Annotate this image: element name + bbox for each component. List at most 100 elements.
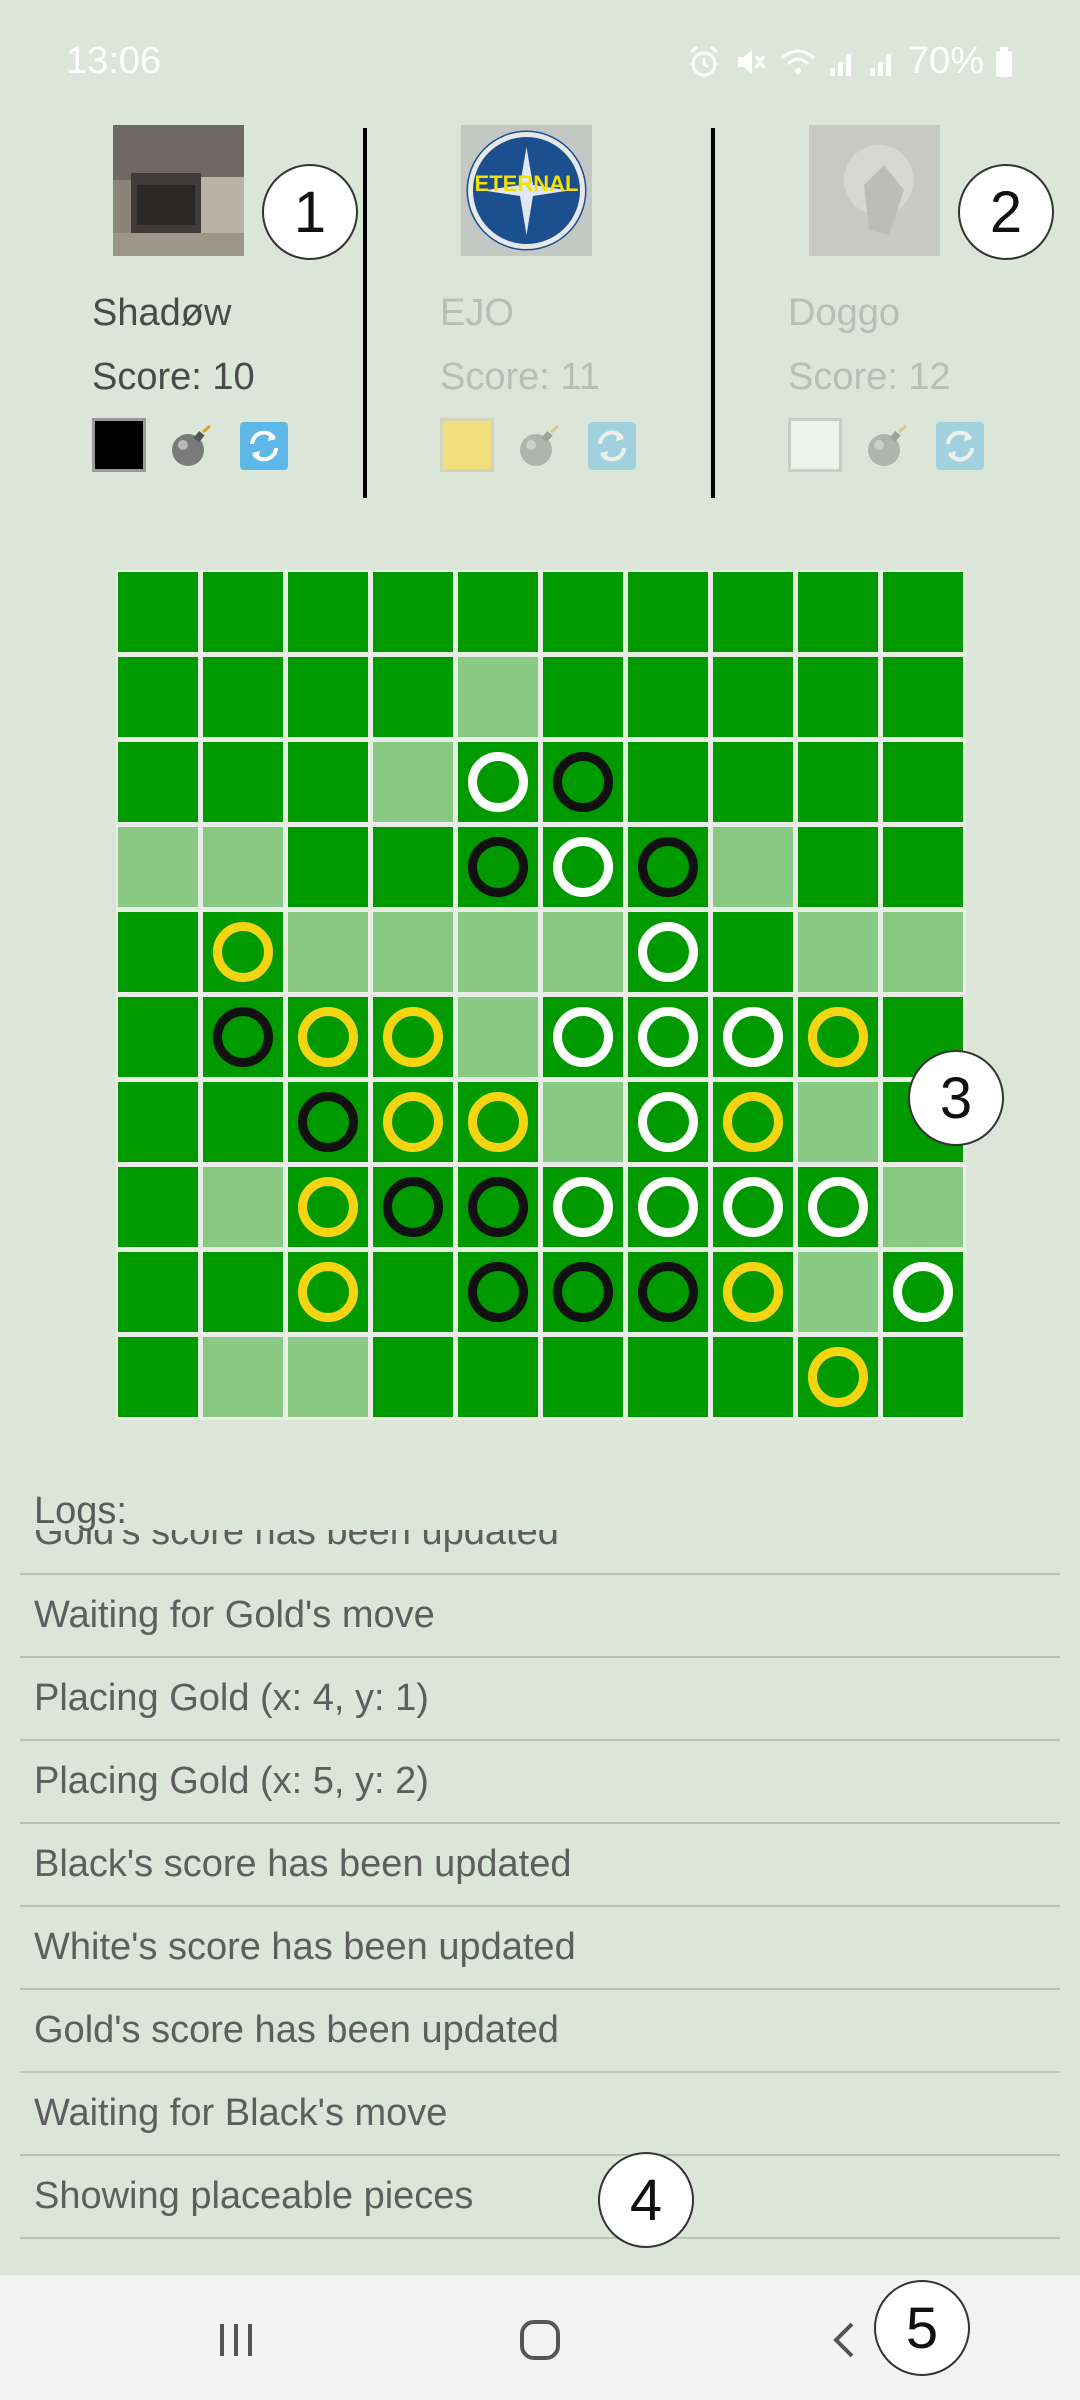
board-cell[interactable] <box>543 657 623 737</box>
recent-apps-button[interactable] <box>176 2300 296 2380</box>
board-cell[interactable] <box>798 1167 878 1247</box>
board-cell[interactable] <box>288 657 368 737</box>
board-cell[interactable] <box>458 827 538 907</box>
board-cell[interactable] <box>288 1252 368 1332</box>
board-cell[interactable] <box>713 912 793 992</box>
refresh-icon[interactable] <box>936 422 984 470</box>
board-cell[interactable] <box>118 1082 198 1162</box>
board-cell[interactable] <box>798 742 878 822</box>
board-cell[interactable] <box>373 572 453 652</box>
board-cell[interactable] <box>628 827 708 907</box>
board-cell[interactable] <box>883 1252 963 1332</box>
board-cell[interactable] <box>628 1252 708 1332</box>
board-cell[interactable] <box>798 1337 878 1417</box>
board-cell[interactable] <box>288 1082 368 1162</box>
board-cell[interactable] <box>628 657 708 737</box>
board-cell[interactable] <box>713 827 793 907</box>
board-cell[interactable] <box>458 572 538 652</box>
board-cell[interactable] <box>628 1337 708 1417</box>
board-cell[interactable] <box>458 1082 538 1162</box>
bomb-icon[interactable] <box>516 422 564 470</box>
board-cell[interactable] <box>543 1252 623 1332</box>
board-cell[interactable] <box>883 827 963 907</box>
board-cell[interactable] <box>798 1082 878 1162</box>
refresh-icon[interactable] <box>588 422 636 470</box>
board-cell[interactable] <box>543 912 623 992</box>
board-cell[interactable] <box>798 1252 878 1332</box>
board-cell[interactable] <box>203 997 283 1077</box>
board-cell[interactable] <box>203 572 283 652</box>
board-cell[interactable] <box>713 1082 793 1162</box>
board-cell[interactable] <box>883 572 963 652</box>
board-cell[interactable] <box>203 657 283 737</box>
bomb-icon[interactable] <box>864 422 912 470</box>
board-cell[interactable] <box>713 1167 793 1247</box>
board-cell[interactable] <box>118 1252 198 1332</box>
board-cell[interactable] <box>118 572 198 652</box>
board-cell[interactable] <box>798 827 878 907</box>
board-cell[interactable] <box>628 1167 708 1247</box>
refresh-icon[interactable] <box>240 422 288 470</box>
board-cell[interactable] <box>288 912 368 992</box>
board-cell[interactable] <box>628 997 708 1077</box>
board-cell[interactable] <box>713 1252 793 1332</box>
board-cell[interactable] <box>288 997 368 1077</box>
board-cell[interactable] <box>458 1337 538 1417</box>
board-cell[interactable] <box>373 1167 453 1247</box>
board-cell[interactable] <box>288 1167 368 1247</box>
board-cell[interactable] <box>203 1167 283 1247</box>
board-cell[interactable] <box>118 657 198 737</box>
board-cell[interactable] <box>373 1337 453 1417</box>
board-cell[interactable] <box>458 912 538 992</box>
board-cell[interactable] <box>713 997 793 1077</box>
board-cell[interactable] <box>713 742 793 822</box>
board-cell[interactable] <box>203 1252 283 1332</box>
board-cell[interactable] <box>798 997 878 1077</box>
board-cell[interactable] <box>543 742 623 822</box>
board-cell[interactable] <box>373 997 453 1077</box>
board-cell[interactable] <box>628 1082 708 1162</box>
board-cell[interactable] <box>713 657 793 737</box>
board-cell[interactable] <box>373 912 453 992</box>
board-cell[interactable] <box>628 742 708 822</box>
board-cell[interactable] <box>458 742 538 822</box>
board-cell[interactable] <box>543 997 623 1077</box>
board-cell[interactable] <box>543 827 623 907</box>
board-cell[interactable] <box>203 827 283 907</box>
board-cell[interactable] <box>883 657 963 737</box>
board-cell[interactable] <box>118 997 198 1077</box>
board-cell[interactable] <box>288 827 368 907</box>
board-cell[interactable] <box>883 1167 963 1247</box>
board-cell[interactable] <box>458 1167 538 1247</box>
board-cell[interactable] <box>118 742 198 822</box>
board-cell[interactable] <box>458 1252 538 1332</box>
board-cell[interactable] <box>883 742 963 822</box>
board-cell[interactable] <box>203 1082 283 1162</box>
board-cell[interactable] <box>713 1337 793 1417</box>
board-cell[interactable] <box>373 1082 453 1162</box>
board-cell[interactable] <box>713 572 793 652</box>
board-cell[interactable] <box>288 1337 368 1417</box>
board-cell[interactable] <box>288 572 368 652</box>
board-cell[interactable] <box>883 912 963 992</box>
board-cell[interactable] <box>118 1337 198 1417</box>
home-button[interactable] <box>480 2300 600 2380</box>
board-cell[interactable] <box>798 572 878 652</box>
board-cell[interactable] <box>203 1337 283 1417</box>
board-cell[interactable] <box>458 997 538 1077</box>
board-cell[interactable] <box>543 1337 623 1417</box>
board-cell[interactable] <box>543 1167 623 1247</box>
board-cell[interactable] <box>373 742 453 822</box>
board-cell[interactable] <box>373 827 453 907</box>
logs-list[interactable]: Gold's score has been updated Waiting for… <box>20 1530 1060 2275</box>
board-cell[interactable] <box>543 1082 623 1162</box>
board-cell[interactable] <box>118 1167 198 1247</box>
board-cell[interactable] <box>118 827 198 907</box>
bomb-icon[interactable] <box>168 422 216 470</box>
board-cell[interactable] <box>288 742 368 822</box>
board-cell[interactable] <box>458 657 538 737</box>
board-cell[interactable] <box>543 572 623 652</box>
board-cell[interactable] <box>373 1252 453 1332</box>
board-cell[interactable] <box>203 912 283 992</box>
board-cell[interactable] <box>798 657 878 737</box>
